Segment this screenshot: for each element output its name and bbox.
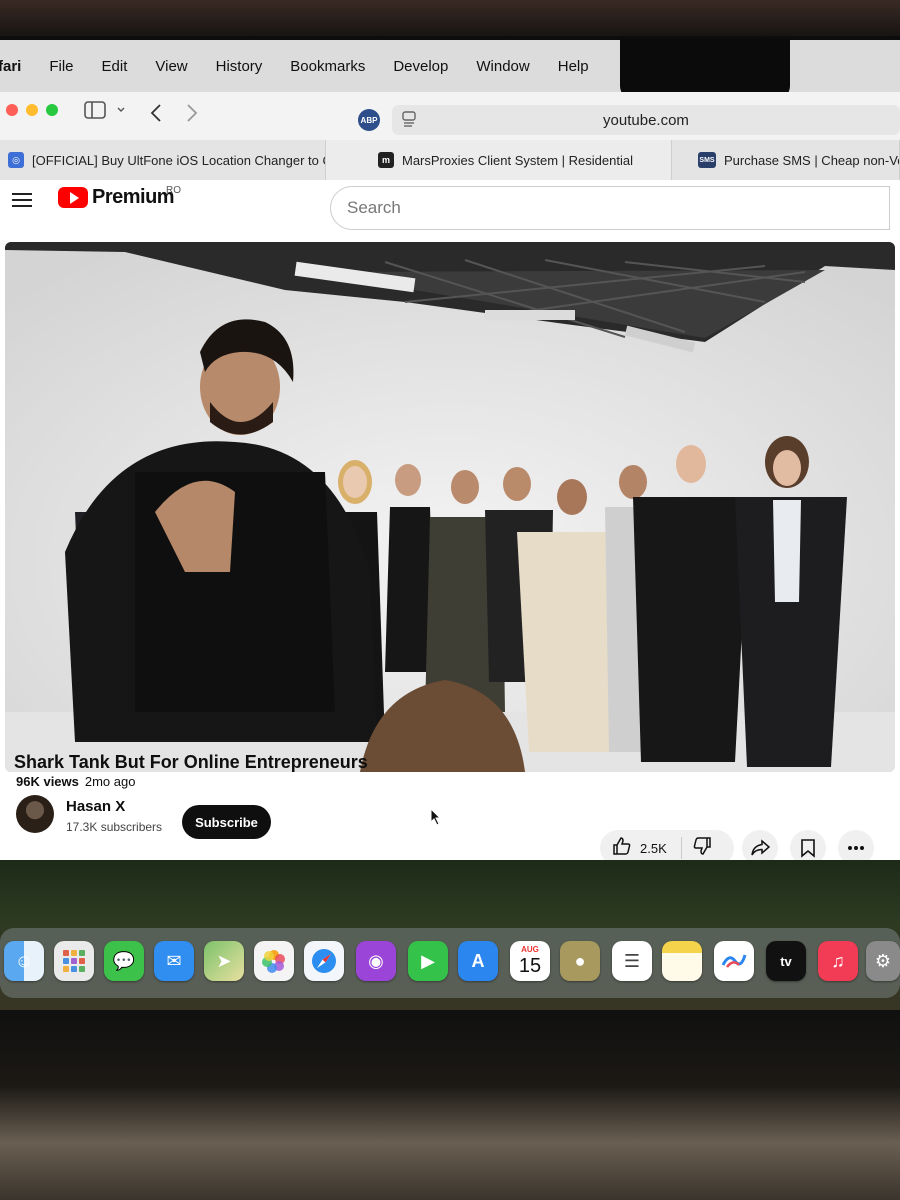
view-count: 96K views (16, 774, 79, 789)
thumbs-down-icon[interactable] (692, 836, 712, 861)
close-window-button[interactable] (6, 104, 18, 116)
upload-age: 2mo ago (84, 774, 136, 789)
youtube-brand: Premium (92, 186, 175, 208)
video-frame (5, 242, 895, 772)
menu-help[interactable]: Help (544, 58, 603, 75)
menu-bookmarks[interactable]: Bookmarks (276, 58, 379, 75)
menu-app-name[interactable]: fari (0, 58, 35, 75)
tab-purchase-sms[interactable]: SMS Purchase SMS | Cheap non-VoIP s (672, 140, 900, 180)
laptop-body (0, 1010, 900, 1200)
music-icon[interactable]: ♫ (818, 941, 858, 981)
camera-notch (620, 38, 790, 100)
search-placeholder: Search (347, 198, 401, 217)
settings-icon[interactable]: ⚙ (866, 941, 900, 981)
launchpad-icon[interactable] (54, 941, 94, 981)
like-divider (680, 837, 682, 859)
app-store-icon[interactable]: A (458, 941, 498, 981)
tab-marsproxies[interactable]: m MarsProxies Client System | Residentia… (326, 140, 672, 180)
back-icon[interactable] (150, 104, 162, 128)
region-code: RO (166, 185, 181, 196)
tab-title: Purchase SMS | Cheap non-VoIP s (724, 152, 899, 168)
video-player[interactable] (5, 242, 895, 772)
hamburger-menu-icon[interactable] (12, 189, 32, 211)
maps-icon[interactable]: ➤ (204, 941, 244, 981)
reader-icon[interactable] (402, 111, 416, 130)
laptop-bezel (0, 0, 900, 40)
apple-tv-icon[interactable]: tv (766, 941, 806, 981)
menu-file[interactable]: File (35, 58, 87, 75)
mail-icon[interactable]: ✉ (154, 941, 194, 981)
sidebar-icon[interactable] (84, 101, 106, 125)
photos-icon[interactable] (254, 941, 294, 981)
marsproxies-favicon-icon: m (378, 152, 394, 168)
menu-develop[interactable]: Develop (379, 58, 462, 75)
tab-bar: ◎ [OFFICIAL] Buy UltFone iOS Location Ch… (0, 140, 900, 181)
adblock-plus-icon[interactable]: ABP (358, 109, 380, 131)
video-title: Shark Tank But For Online Entrepreneurs (14, 752, 368, 772)
share-icon (751, 839, 770, 856)
url-text: youtube.com (603, 111, 689, 129)
chevron-down-icon[interactable] (116, 104, 126, 118)
minimize-window-button[interactable] (26, 104, 38, 116)
channel-name[interactable]: Hasan X (66, 798, 125, 815)
ultfone-favicon-icon: ◎ (8, 152, 24, 168)
podcasts-icon[interactable]: ◉ (356, 941, 396, 981)
like-count[interactable]: 2.5K (640, 841, 667, 856)
more-icon (848, 846, 864, 850)
subscriber-count: 17.3K subscribers (66, 820, 163, 834)
menu-view[interactable]: View (141, 58, 201, 75)
video-stats: 96K views 2mo ago (16, 774, 135, 789)
menu-edit[interactable]: Edit (88, 58, 142, 75)
address-bar[interactable]: youtube.com (392, 105, 900, 135)
mouse-cursor-icon (430, 807, 442, 831)
calendar-icon[interactable]: AUG 15 (510, 941, 550, 981)
tab-title: MarsProxies Client System | Residential (402, 152, 633, 168)
calendar-month: AUG (521, 945, 539, 954)
freeform-icon[interactable] (714, 941, 754, 981)
facetime-icon[interactable]: ▶ (408, 941, 448, 981)
reminders-icon[interactable]: ☰ (612, 941, 652, 981)
finder-icon[interactable]: ☺ (4, 941, 44, 981)
app-icon[interactable]: ● (560, 941, 600, 981)
zoom-window-button[interactable] (46, 104, 58, 116)
youtube-play-icon (58, 187, 88, 208)
tab-title: [OFFICIAL] Buy UltFone iOS Location Chan… (32, 152, 326, 168)
channel-avatar[interactable] (16, 795, 54, 833)
sms-favicon-icon: SMS (698, 152, 716, 168)
thumbs-up-icon[interactable] (612, 836, 632, 861)
menu-history[interactable]: History (202, 58, 277, 75)
apple-tv-label: tv (780, 953, 792, 969)
menu-window[interactable]: Window (462, 58, 543, 75)
forward-icon[interactable] (186, 104, 198, 128)
bookmark-icon (801, 839, 815, 858)
safari-icon[interactable] (304, 941, 344, 981)
tab-ultfone[interactable]: ◎ [OFFICIAL] Buy UltFone iOS Location Ch… (0, 140, 326, 180)
calendar-day: 15 (518, 955, 542, 977)
search-input[interactable]: Search (330, 186, 890, 230)
subscribe-button[interactable]: Subscribe (182, 805, 271, 839)
messages-icon[interactable]: 💬 (104, 941, 144, 981)
youtube-logo[interactable]: Premium (58, 186, 175, 209)
notes-icon[interactable] (662, 941, 702, 981)
